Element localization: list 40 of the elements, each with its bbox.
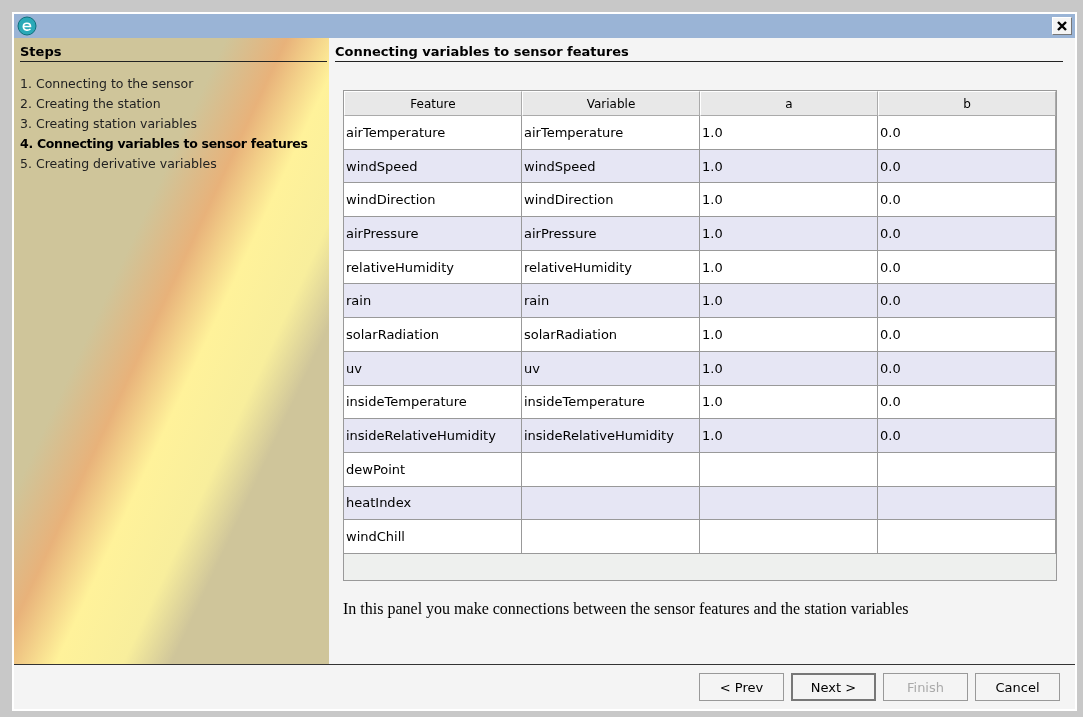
table-cell: dewPoint [344, 452, 522, 487]
column-header[interactable]: Feature [344, 91, 522, 116]
table-cell: 0.0 [878, 351, 1056, 386]
table-cell: airTemperature [522, 116, 700, 150]
steps-title: Steps [20, 44, 327, 62]
close-button[interactable] [1052, 17, 1072, 35]
table-cell: 0.0 [878, 318, 1056, 352]
table-cell: airPressure [522, 217, 700, 251]
table-cell: 0.0 [878, 419, 1056, 453]
wizard-button[interactable]: Cancel [975, 673, 1060, 701]
table-cell: insideRelativeHumidity [522, 419, 700, 453]
table-cell: airPressure [344, 217, 522, 251]
table-cell: 0.0 [878, 116, 1056, 150]
column-header[interactable]: Variable [522, 91, 700, 116]
table-cell: airTemperature [344, 116, 522, 150]
step-item: 4. Connecting variables to sensor features [20, 136, 309, 151]
column-header[interactable]: a [700, 91, 878, 116]
table-cell: solarRadiation [522, 318, 700, 352]
close-icon [1057, 21, 1067, 31]
table-cell: 1.0 [700, 318, 878, 352]
wizard-button[interactable]: < Prev [699, 673, 784, 701]
table-cell: 1.0 [700, 217, 878, 251]
wizard-button[interactable]: Next > [791, 673, 876, 701]
panel-title: Connecting variables to sensor features [335, 44, 1063, 62]
table-cell: uv [344, 351, 522, 386]
table-cell: 1.0 [700, 116, 878, 150]
table-cell: insideRelativeHumidity [344, 419, 522, 453]
table-cell: 1.0 [700, 419, 878, 453]
table-cell: 0.0 [878, 217, 1056, 251]
app-logo-icon [17, 16, 37, 36]
step-item: 1. Connecting to the sensor [20, 76, 195, 91]
step-item: 5. Creating derivative variables [20, 156, 218, 171]
column-header[interactable]: b [878, 91, 1056, 116]
table-cell: uv [522, 351, 700, 386]
description-text: In this panel you make connections between the sensor features and the station variables [343, 600, 910, 618]
table-cell: 1.0 [700, 351, 878, 386]
step-item: 3. Creating station variables [20, 116, 198, 131]
step-item: 2. Creating the station [20, 96, 162, 111]
table-cell: windChill [344, 520, 522, 554]
table-cell: solarRadiation [344, 318, 522, 352]
